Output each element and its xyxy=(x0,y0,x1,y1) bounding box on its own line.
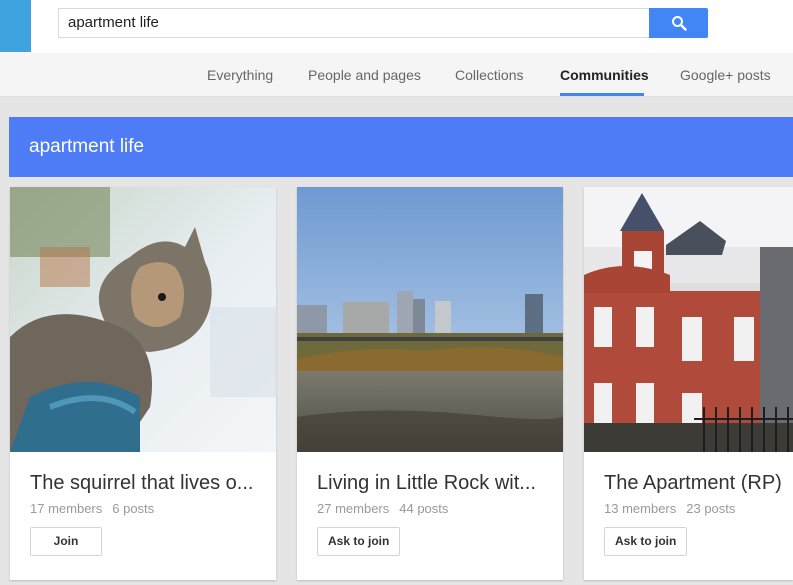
community-cover-image[interactable] xyxy=(584,187,793,452)
community-title[interactable]: Living in Little Rock wit... xyxy=(317,472,553,495)
search-icon xyxy=(671,16,687,31)
search-button[interactable] xyxy=(649,8,708,38)
member-count: 27 members xyxy=(317,501,390,516)
join-button[interactable]: Join xyxy=(30,527,102,556)
community-stats: 17 members 6 posts xyxy=(30,501,154,516)
active-tab-indicator xyxy=(560,93,644,96)
community-title[interactable]: The squirrel that lives o... xyxy=(30,472,266,495)
community-title[interactable]: The Apartment (RP) xyxy=(604,472,793,495)
tab-everything[interactable]: Everything xyxy=(207,67,273,83)
community-stats: 13 members 23 posts xyxy=(604,501,735,516)
community-cover-image[interactable] xyxy=(297,187,563,452)
community-card[interactable]: The Apartment (RP) 13 members 23 posts As… xyxy=(584,187,793,580)
tab-collections[interactable]: Collections xyxy=(455,67,523,83)
ask-to-join-button[interactable]: Ask to join xyxy=(604,527,688,556)
post-count: 23 posts xyxy=(686,501,736,516)
tab-people-and-pages[interactable]: People and pages xyxy=(308,67,421,83)
search-input[interactable]: apartment life xyxy=(58,8,650,38)
member-count: 13 members xyxy=(604,501,677,516)
post-count: 44 posts xyxy=(399,501,449,516)
app-badge[interactable] xyxy=(0,0,31,52)
member-count: 17 members xyxy=(30,501,103,516)
post-count: 6 posts xyxy=(112,501,155,516)
community-card[interactable]: The squirrel that lives o... 17 members 6… xyxy=(10,187,276,580)
community-stats: 27 members 44 posts xyxy=(317,501,448,516)
ask-to-join-button[interactable]: Ask to join xyxy=(317,527,401,556)
banner-title: apartment life xyxy=(29,136,145,157)
tab-google-plus-posts[interactable]: Google+ posts xyxy=(680,67,771,83)
community-card[interactable]: Living in Little Rock wit... 27 members 4… xyxy=(297,187,563,580)
tab-communities[interactable]: Communities xyxy=(560,67,649,83)
community-cover-image[interactable] xyxy=(10,187,276,452)
top-bar: apartment life xyxy=(0,0,793,53)
query-banner: apartment life xyxy=(9,117,793,177)
search-filter-tabs: Everything People and pages Collections … xyxy=(0,53,793,97)
